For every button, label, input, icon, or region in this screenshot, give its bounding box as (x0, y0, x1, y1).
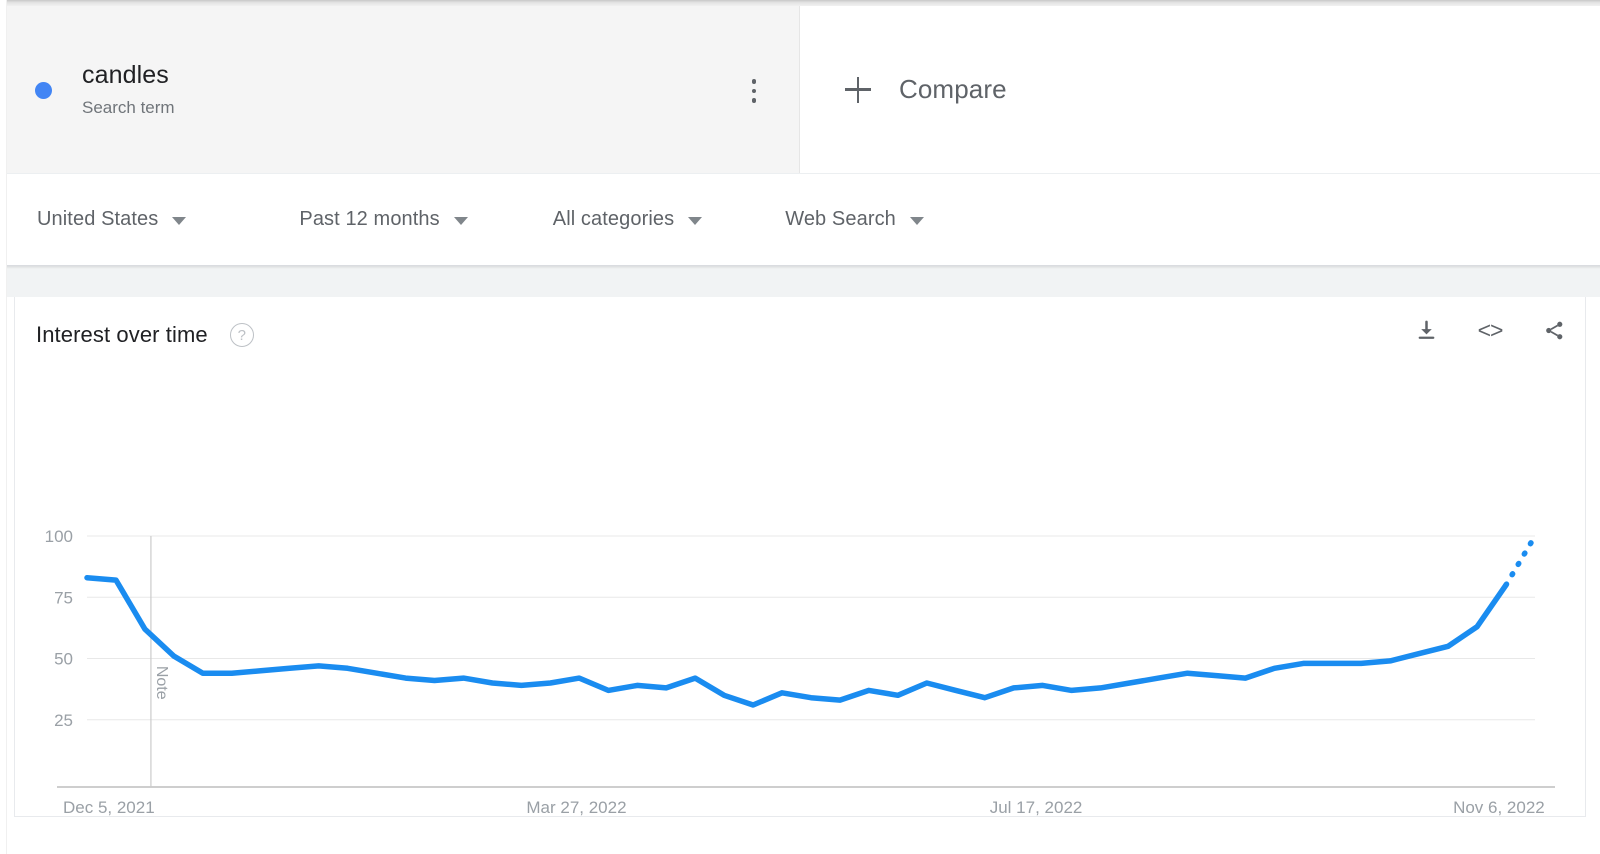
section-divider-band (0, 265, 1600, 297)
x-axis-tick-label: Jul 17, 2022 (990, 798, 1083, 817)
search-term-card[interactable]: candles Search term (7, 6, 800, 173)
filter-category[interactable]: All categories (552, 197, 703, 243)
filter-location[interactable]: United States (37, 197, 187, 243)
card-header: Interest over time ? <> (15, 297, 1585, 373)
filter-search-type-label: Web Search (785, 208, 896, 230)
x-axis-tick-label: Mar 27, 2022 (526, 798, 626, 817)
y-axis-tick-label: 25 (54, 711, 73, 730)
card-title: Interest over time (36, 322, 208, 347)
y-axis-tick-label: 100 (45, 527, 73, 546)
y-axis-tick-label: 50 (54, 650, 73, 669)
interest-over-time-chart: 25 50 75 100 Note Dec 5, 2021 Mar 27, 2022 Jul … (45, 527, 1555, 817)
plus-icon (845, 76, 871, 103)
more-vert-icon[interactable] (741, 74, 767, 108)
filter-search-type[interactable]: Web Search (785, 197, 924, 243)
filter-time-range-label: Past 12 months (299, 208, 440, 230)
compare-label: Compare (899, 74, 1007, 104)
search-term-type: Search term (82, 98, 175, 117)
y-axis-tick-label: 75 (54, 588, 73, 607)
chevron-down-icon (688, 217, 703, 225)
filter-category-label: All categories (552, 208, 675, 230)
card-actions: <> (1411, 315, 1569, 345)
compare-button[interactable]: Compare (800, 6, 1600, 173)
chevron-down-icon (172, 217, 187, 225)
chevron-down-icon (909, 217, 924, 225)
interest-over-time-card: Interest over time ? <> 25 50 75 100 Not… (14, 297, 1586, 817)
filter-time-range[interactable]: Past 12 months (299, 197, 468, 243)
search-term-header: candles Search term Compare (7, 6, 1600, 173)
filter-bar: United States Past 12 months All categor… (7, 173, 1600, 265)
chart-plot-area: 25 50 75 100 Note Dec 5, 2021 Mar 27, 2022 Jul … (15, 373, 1587, 817)
download-icon[interactable] (1411, 315, 1441, 345)
search-term-name: candles (82, 61, 169, 89)
help-circle-icon[interactable]: ? (229, 323, 254, 347)
search-term-text: candles Search term (82, 60, 175, 119)
left-rail (0, 0, 7, 854)
x-axis-tick-label: Nov 6, 2022 (1453, 798, 1545, 817)
trends-page: candles Search term Compare United State… (0, 0, 1600, 854)
x-axis-tick-label: Dec 5, 2021 (63, 798, 155, 817)
series-color-dot (35, 82, 52, 99)
note-annotation-label: Note (153, 666, 170, 700)
share-icon[interactable] (1539, 315, 1569, 345)
embed-glyph: <> (1477, 316, 1504, 343)
embed-icon[interactable]: <> (1475, 315, 1505, 345)
chevron-down-icon (453, 217, 468, 225)
series-partial-dotted-segment (1503, 533, 1538, 588)
filter-location-label: United States (37, 208, 159, 230)
